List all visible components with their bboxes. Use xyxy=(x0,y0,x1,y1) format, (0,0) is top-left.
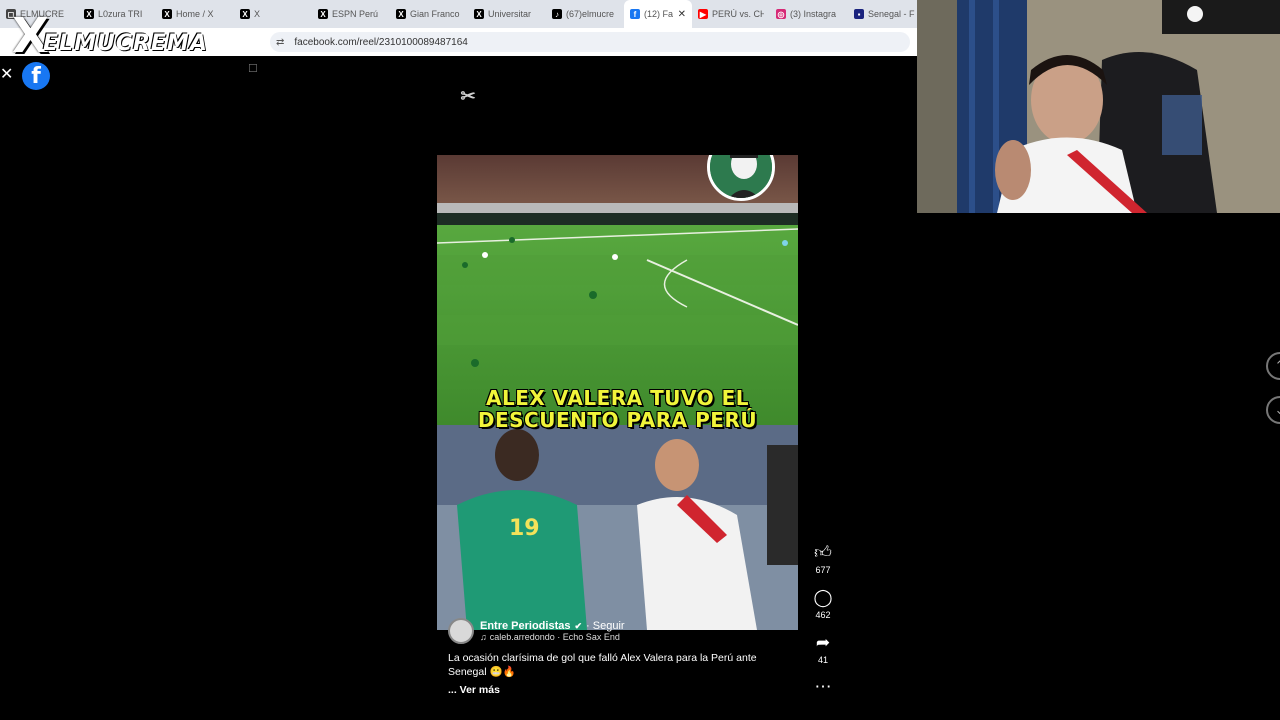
players-photo: 19 xyxy=(437,425,798,630)
svg-text:19: 19 xyxy=(509,516,540,541)
browser-tab[interactable]: ◎ (3) Instagra xyxy=(770,0,848,28)
reel-video[interactable]: 19 ALEX VALERA TUVO EL DESCUENTO PARA PE… xyxy=(437,155,798,630)
author-name[interactable]: Entre Periodistas xyxy=(480,620,570,632)
browser-tab-label: Universitar xyxy=(488,9,532,19)
url-text: facebook.com/reel/2310100089487164 xyxy=(294,36,468,48)
browser-tab-label: X xyxy=(254,9,261,19)
comment-bubble-icon: ◯ xyxy=(813,588,833,607)
browser-tab[interactable]: ▶ PERÚ vs. CH xyxy=(692,0,770,28)
thumbs-up-icon: 👍︎ xyxy=(814,543,832,562)
browser-tab-label: (3) Instagra xyxy=(790,9,837,19)
screen: ◻ ELMUCRE X L0zura TRI X Home / X X X X ESPN Perú… xyxy=(0,0,1280,720)
more-options-button[interactable]: ⋯ xyxy=(810,677,836,697)
close-icon[interactable]: ✕ xyxy=(0,66,13,84)
like-count: 677 xyxy=(815,565,831,575)
browser-tab-label: Senegal - F xyxy=(868,9,915,19)
like-button[interactable]: 👍︎ 677 xyxy=(810,543,836,575)
bookmark-icon[interactable]: ☐ xyxy=(248,62,258,75)
browser-tab-label: ESPN Perú xyxy=(332,9,379,19)
author-avatar[interactable] xyxy=(448,618,474,644)
browser-tab[interactable]: X ESPN Perú xyxy=(312,0,390,28)
comment-button[interactable]: ◯ 462 xyxy=(810,588,836,620)
caption-line-2: DESCUENTO PARA PERÚ xyxy=(477,408,758,432)
reel-description: La ocasión clarísima de gol que falló Al… xyxy=(448,652,757,678)
facebook-icon: f xyxy=(630,9,640,19)
tiktok-icon: ♪ xyxy=(552,9,562,19)
browser-tab[interactable]: X Gian Franco xyxy=(390,0,468,28)
share-arrow-icon: ➦ xyxy=(815,633,831,652)
share-count: 41 xyxy=(817,655,828,665)
see-more-link[interactable]: ... Ver más xyxy=(448,684,500,696)
x-logo-icon: X xyxy=(240,9,250,19)
next-reel-button[interactable]: ⌄ xyxy=(1266,396,1280,424)
browser-tab-label: (67)elmucre xyxy=(566,9,615,19)
reel-caption: ALEX VALERA TUVO EL DESCUENTO PARA PERÚ xyxy=(437,387,798,431)
share-button[interactable]: ➦ 41 xyxy=(810,633,836,665)
browser-tab-label: PERÚ vs. CH xyxy=(712,9,764,19)
browser-tab-label: Gian Franco xyxy=(410,9,460,19)
instagram-icon: ◎ xyxy=(776,9,786,19)
reel-author: Entre Periodistas ✔ · Seguir ♫ caleb.arr… xyxy=(448,617,625,645)
url-field[interactable]: ⇄ facebook.com/reel/2310100089487164 xyxy=(270,32,910,52)
browser-tab[interactable]: XX xyxy=(234,0,312,28)
x-logo-icon: X xyxy=(474,9,484,19)
browser-tab[interactable]: ▪ Senegal - F xyxy=(848,0,917,28)
browser-tab-label: (12) Fa xyxy=(644,9,674,19)
previous-reel-button[interactable]: ⌃ xyxy=(1266,352,1280,380)
x-logo-icon: X xyxy=(318,9,328,19)
news-icon: ▪ xyxy=(854,9,864,19)
capcut-icon: ✂ xyxy=(460,86,476,106)
webcam-feed xyxy=(917,0,1280,213)
music-note-icon: ♫ xyxy=(480,632,487,642)
x-logo-icon: X xyxy=(396,9,406,19)
browser-tab[interactable]: X Universitar xyxy=(468,0,546,28)
browser-tab[interactable]: ♪ (67)elmucre xyxy=(546,0,624,28)
browser-tab[interactable]: f (12) Fa ✕ xyxy=(624,0,692,28)
music-track[interactable]: caleb.arredondo · Echo Sax End xyxy=(490,632,620,642)
verified-icon: ✔ xyxy=(574,620,583,631)
more-dots-icon: ⋯ xyxy=(814,677,832,696)
follow-button[interactable]: · Seguir xyxy=(586,620,625,632)
site-info-icon[interactable]: ⇄ xyxy=(276,37,284,48)
tab-close-icon[interactable]: ✕ xyxy=(678,9,686,20)
streamer-logo: X ELMUCREMA xyxy=(12,10,208,60)
youtube-icon: ▶ xyxy=(698,9,708,19)
facebook-logo-icon[interactable]: f xyxy=(22,62,50,90)
logo-text: ELMUCREMA xyxy=(43,31,208,56)
comment-count: 462 xyxy=(815,610,831,620)
caption-line-1: ALEX VALERA TUVO EL xyxy=(486,386,749,410)
